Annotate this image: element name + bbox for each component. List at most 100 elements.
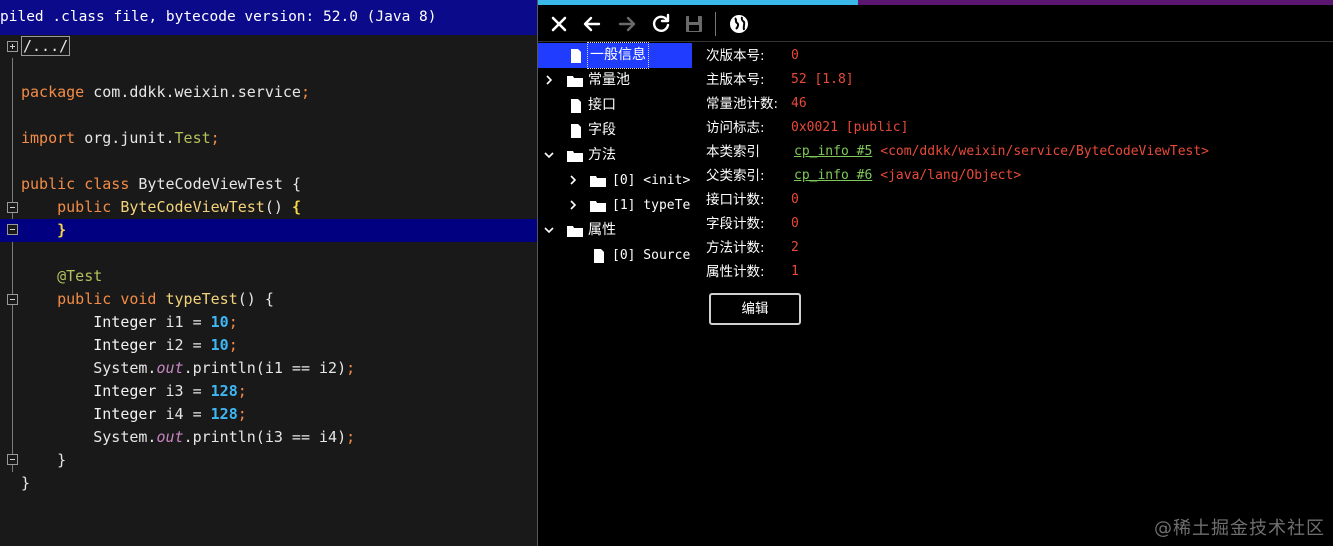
static-field: out bbox=[156, 428, 184, 446]
keyword: import bbox=[21, 129, 76, 147]
tree-item-methods[interactable]: 方法 bbox=[538, 143, 692, 168]
code-line-constructor-close[interactable]: } bbox=[0, 219, 537, 242]
semicolon: ; bbox=[346, 428, 356, 446]
tree-label: [0] Source bbox=[612, 248, 691, 263]
expand-fold-icon[interactable] bbox=[7, 41, 18, 52]
semicolon: ; bbox=[228, 313, 238, 331]
info-value: 2 bbox=[791, 240, 799, 255]
collapse-fold-icon[interactable] bbox=[7, 202, 18, 213]
code-line-method[interactable]: public void typeTest() { bbox=[0, 288, 537, 311]
viewer-toolbar bbox=[538, 5, 1333, 42]
general-info-panel: 次版本号: 0 主版本号: 52 [1.8] 常量池计数: 46 访问标志: 0… bbox=[706, 43, 1326, 503]
collapsed-header-block[interactable]: /.../ bbox=[21, 36, 71, 56]
tree-item-fields[interactable]: 字段 bbox=[538, 118, 692, 143]
brace: } bbox=[57, 451, 67, 469]
brace: } bbox=[57, 221, 67, 239]
static-field: out bbox=[156, 359, 184, 377]
tree-item-attributes[interactable]: 属性 bbox=[538, 218, 692, 243]
stmt-text: .println(i3 == i4) bbox=[183, 428, 347, 446]
cp-info-link[interactable]: cp_info #6 bbox=[794, 168, 872, 183]
collapse-fold-icon[interactable] bbox=[7, 454, 18, 465]
method-name: typeTest bbox=[165, 290, 238, 308]
code-line-stmt[interactable]: System.out.println(i3 == i4); bbox=[0, 426, 537, 449]
semicolon: ; bbox=[228, 336, 238, 354]
tree-item-constant-pool[interactable]: 常量池 bbox=[538, 68, 692, 93]
bytecode-viewer-panel: 一般信息 常量池 接口 字段 方法 [0] <init> [1] typeTe … bbox=[538, 0, 1333, 546]
package-name: com.ddkk.weixin.service bbox=[93, 83, 301, 101]
code-line-header[interactable]: /.../ bbox=[0, 35, 537, 58]
cp-info-link[interactable]: cp_info #5 bbox=[794, 144, 872, 159]
tree-item-method-init[interactable]: [0] <init> bbox=[538, 168, 692, 193]
tree-item-interfaces[interactable]: 接口 bbox=[538, 93, 692, 118]
edit-button[interactable]: 编辑 bbox=[709, 293, 801, 325]
globe-icon[interactable] bbox=[727, 12, 751, 36]
code-line-class[interactable]: public class ByteCodeViewTest { bbox=[0, 173, 537, 196]
code-line-stmt[interactable]: Integer i1 = 10; bbox=[0, 311, 537, 334]
stmt-text: System. bbox=[93, 428, 157, 446]
tree-item-general-info[interactable]: 一般信息 bbox=[538, 42, 692, 69]
collapse-fold-icon[interactable] bbox=[7, 294, 18, 305]
folder-icon bbox=[589, 198, 606, 214]
number-literal: 10 bbox=[210, 313, 229, 331]
tree-item-method-typetest[interactable]: [1] typeTe bbox=[538, 193, 692, 218]
chevron-down-icon[interactable] bbox=[543, 218, 559, 243]
class-ref: <java/lang/Object> bbox=[880, 168, 1022, 183]
code-line-stmt[interactable]: System.out.println(i1 == i2); bbox=[0, 357, 537, 380]
tree-item-attr-source[interactable]: [0] Source bbox=[538, 243, 692, 268]
back-arrow-icon[interactable] bbox=[580, 12, 604, 36]
stmt-text: i1 = bbox=[156, 313, 211, 331]
info-label: 访问标志: bbox=[706, 120, 765, 136]
forward-arrow-icon[interactable] bbox=[615, 12, 639, 36]
keyword: public bbox=[57, 198, 112, 216]
stmt-text: i2 = bbox=[156, 336, 211, 354]
collapse-fold-icon[interactable] bbox=[7, 224, 18, 235]
type: Integer bbox=[93, 336, 157, 354]
code-area[interactable]: /.../ package com.ddkk.weixin.service; i… bbox=[0, 35, 537, 546]
chevron-right-icon[interactable] bbox=[543, 68, 559, 93]
code-line-stmt[interactable]: Integer i3 = 128; bbox=[0, 380, 537, 403]
brace: { bbox=[291, 198, 301, 216]
tree-label: [0] <init> bbox=[612, 173, 691, 188]
info-label: 接口计数: bbox=[706, 192, 765, 208]
code-line-class-close[interactable]: } bbox=[0, 472, 537, 495]
watermark: @稀土掘金技术社区 bbox=[1154, 518, 1325, 539]
code-line-stmt[interactable]: Integer i2 = 10; bbox=[0, 334, 537, 357]
code-line-constructor[interactable]: public ByteCodeViewTest() { bbox=[0, 196, 537, 219]
class-structure-tree: 一般信息 常量池 接口 字段 方法 [0] <init> [1] typeTe … bbox=[538, 42, 692, 546]
chevron-right-icon[interactable] bbox=[567, 193, 583, 218]
close-icon[interactable] bbox=[547, 12, 571, 36]
type: Integer bbox=[93, 405, 157, 423]
type: Integer bbox=[93, 313, 157, 331]
tree-label: 一般信息 bbox=[587, 42, 649, 69]
stmt-text: i4 = bbox=[156, 405, 211, 423]
brace: } bbox=[21, 474, 31, 492]
code-editor-panel[interactable]: piled .class file, bytecode version: 52.… bbox=[0, 0, 537, 546]
code-line-package[interactable]: package com.ddkk.weixin.service; bbox=[0, 81, 537, 104]
info-value: 0 bbox=[791, 48, 799, 63]
chevron-down-icon[interactable] bbox=[543, 143, 559, 168]
keyword: class bbox=[84, 175, 130, 193]
save-icon[interactable] bbox=[682, 12, 706, 36]
refresh-icon[interactable] bbox=[649, 12, 673, 36]
parens: () bbox=[264, 198, 283, 216]
code-line-annotation[interactable]: @Test bbox=[0, 265, 537, 288]
annotation: @Test bbox=[57, 267, 103, 285]
code-line-method-close[interactable]: } bbox=[0, 449, 537, 472]
chevron-right-icon[interactable] bbox=[567, 168, 583, 193]
code-line-import[interactable]: import org.junit.Test; bbox=[0, 127, 537, 150]
number-literal: 10 bbox=[210, 336, 229, 354]
folder-icon bbox=[566, 223, 583, 239]
class-name: ByteCodeViewTest bbox=[138, 175, 283, 193]
info-label: 主版本号: bbox=[706, 72, 765, 88]
number-literal: 128 bbox=[210, 405, 238, 423]
method-rest: () { bbox=[237, 290, 274, 308]
file-icon bbox=[568, 98, 584, 114]
stmt-text: i3 = bbox=[156, 382, 211, 400]
code-line-stmt[interactable]: Integer i4 = 128; bbox=[0, 403, 537, 426]
info-value: 1 bbox=[791, 264, 799, 279]
tree-label: 方法 bbox=[588, 147, 616, 163]
tree-label: 属性 bbox=[588, 222, 616, 238]
info-label: 属性计数: bbox=[706, 264, 765, 280]
brace: { bbox=[291, 175, 301, 193]
file-icon bbox=[568, 48, 584, 64]
